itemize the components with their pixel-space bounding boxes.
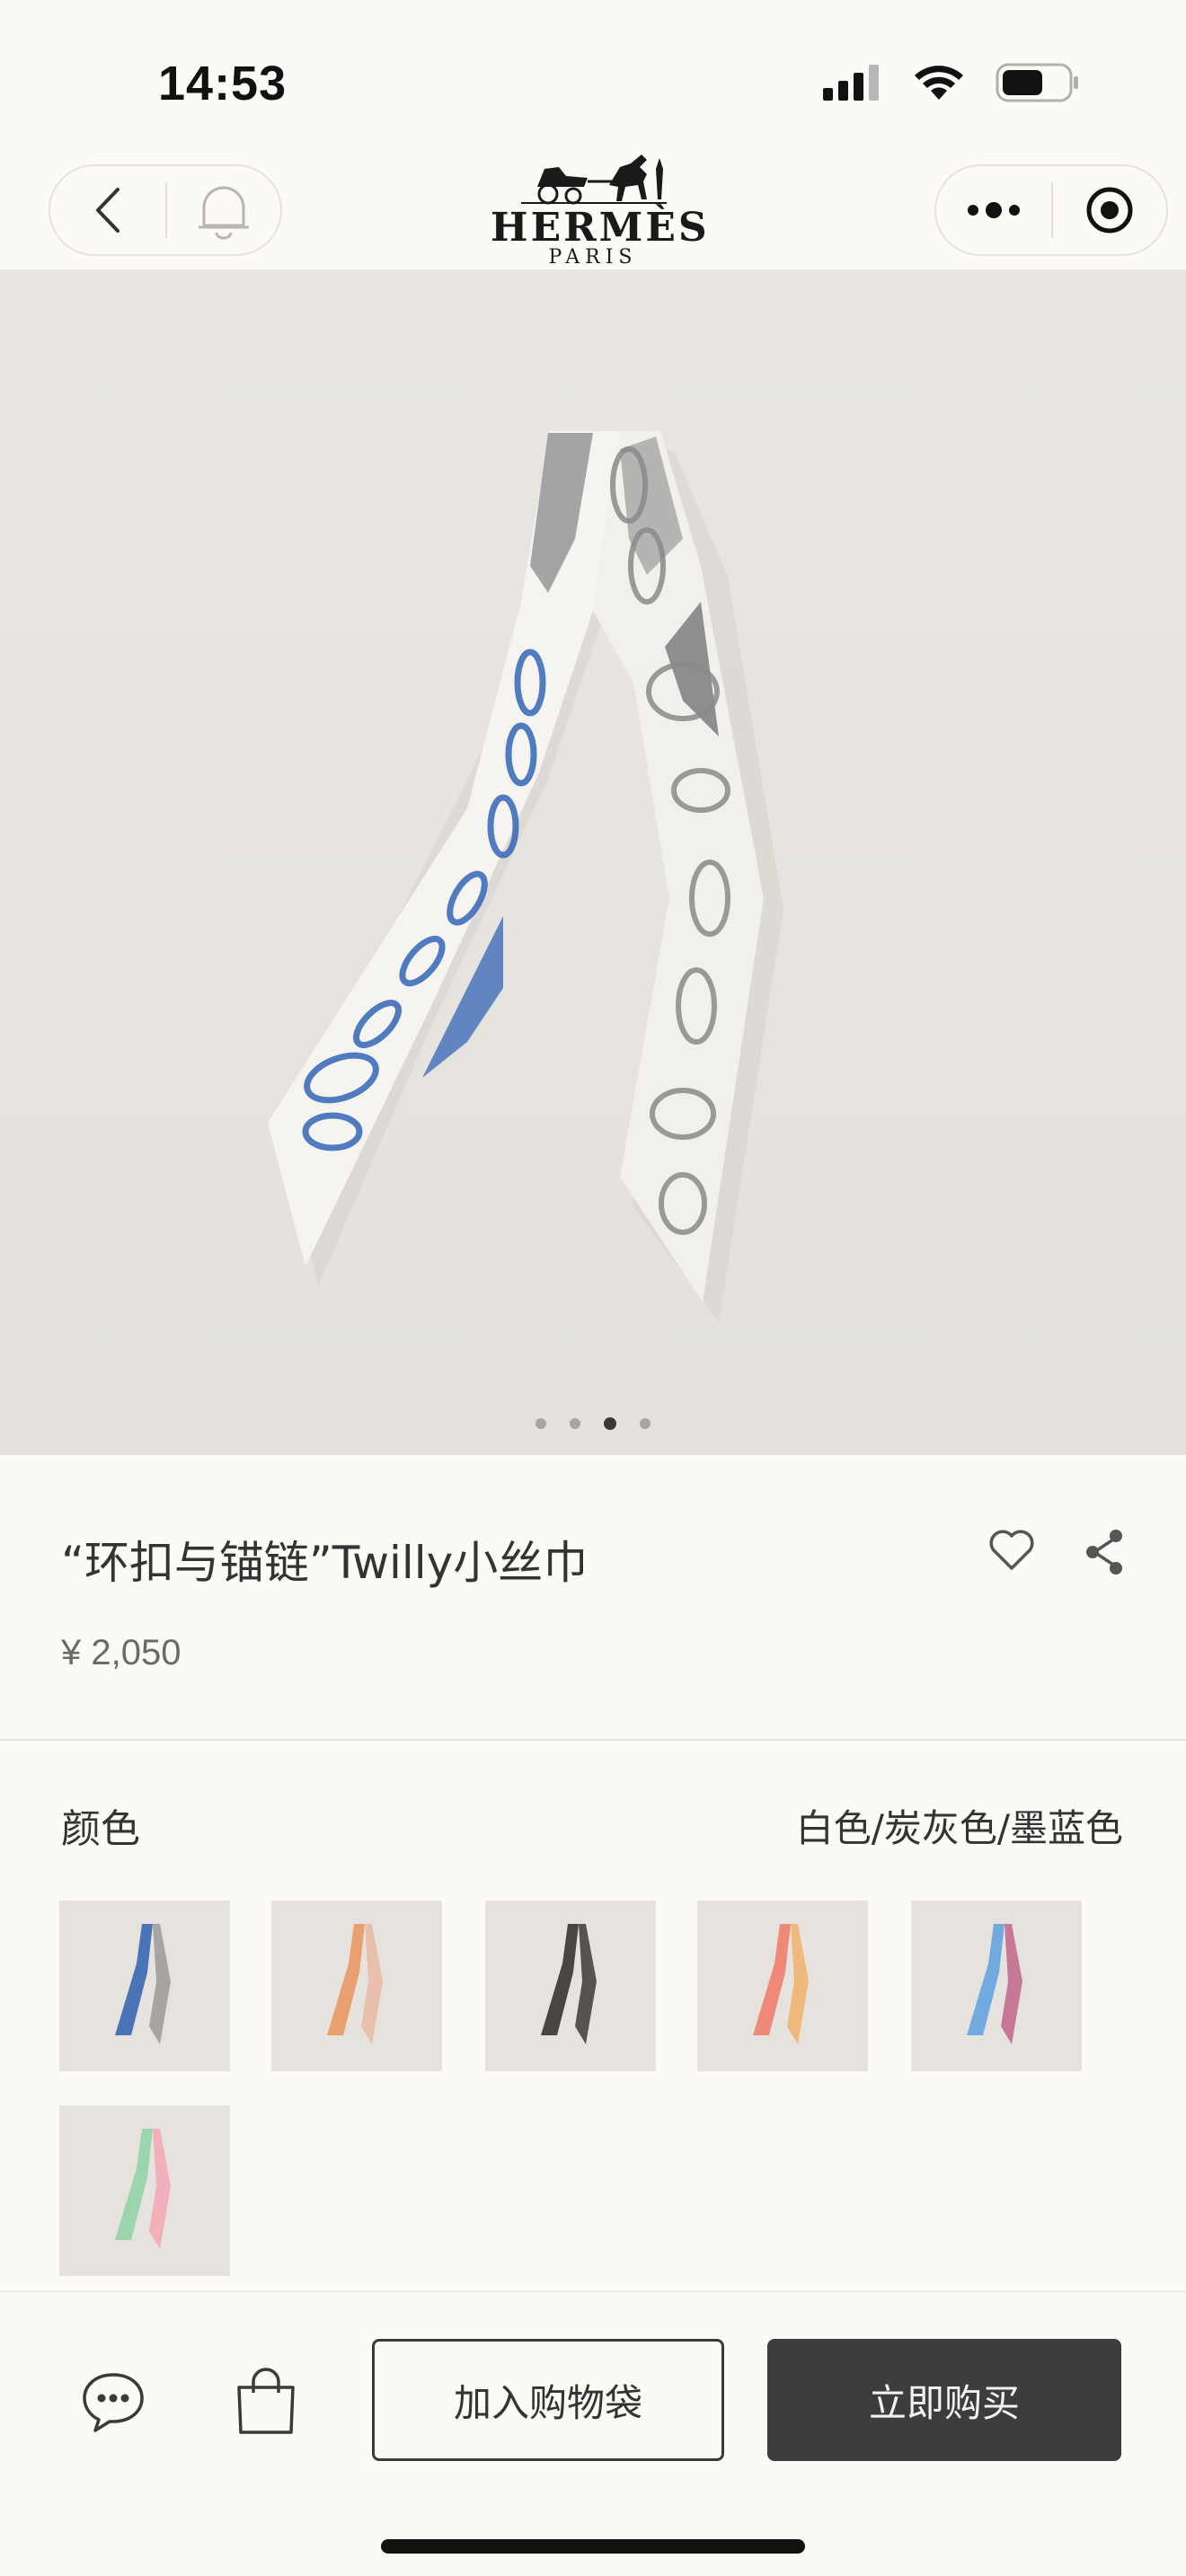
color-swatch-mint-pink[interactable] — [59, 2105, 230, 2276]
chat-icon — [83, 2373, 144, 2432]
swatch-thumbnail — [911, 1901, 1082, 2071]
nav-right-capsule — [934, 164, 1168, 256]
swatch-thumbnail — [697, 1901, 868, 2071]
product-image — [0, 269, 1186, 1455]
color-swatch-white-charcoal-navy[interactable] — [59, 1901, 230, 2071]
color-swatch-sky-blue[interactable] — [911, 1901, 1082, 2071]
product-price: ¥ 2,050 — [61, 1633, 181, 1672]
carousel-indicator — [535, 1417, 651, 1430]
heart-icon — [989, 1530, 1034, 1570]
swatch-thumbnail — [59, 2105, 230, 2276]
carousel-dot-3-active[interactable] — [604, 1417, 616, 1430]
cellular-signal-icon — [823, 65, 879, 101]
share-button[interactable] — [1082, 1527, 1128, 1577]
battery-icon — [996, 63, 1078, 102]
customer-service-button[interactable] — [79, 2368, 147, 2436]
home-indicator[interactable] — [381, 2539, 805, 2554]
product-title: “环扣与锚链”Twilly小丝巾 — [61, 1537, 589, 1589]
color-swatch-coral-yellow[interactable] — [697, 1901, 868, 2071]
favorite-button[interactable] — [987, 1527, 1037, 1577]
back-button[interactable] — [50, 166, 165, 254]
close-circle-icon — [1086, 187, 1133, 234]
section-divider — [0, 1739, 1186, 1741]
back-arrow-icon — [96, 188, 119, 233]
carriage-logo-icon — [521, 154, 667, 205]
close-miniprogram-button[interactable] — [1053, 166, 1166, 254]
brand-name: HERMÈS — [491, 205, 710, 251]
add-to-bag-button[interactable]: 加入购物袋 — [372, 2339, 724, 2461]
shopping-bag-button[interactable] — [232, 2366, 300, 2438]
color-label: 颜色 — [61, 1806, 140, 1852]
status-icons — [823, 63, 1080, 102]
wifi-icon — [915, 66, 963, 100]
bell-icon — [199, 186, 249, 240]
carousel-dot-2[interactable] — [570, 1418, 580, 1429]
brand-logo: HERMÈS PARIS — [491, 151, 710, 269]
buy-now-button[interactable]: 立即购买 — [767, 2339, 1121, 2461]
color-swatch-black[interactable] — [485, 1901, 656, 2071]
swatch-thumbnail — [485, 1901, 656, 2071]
selected-color-value: 白色/炭灰色/墨蓝色 — [795, 1806, 1123, 1850]
color-swatch-peach-orange[interactable] — [271, 1901, 442, 2071]
product-image-carousel[interactable] — [0, 269, 1186, 1455]
notification-button[interactable] — [167, 166, 280, 254]
swatch-thumbnail — [271, 1901, 442, 2071]
more-button[interactable] — [936, 166, 1051, 254]
share-icon — [1086, 1530, 1122, 1575]
carousel-dot-4[interactable] — [640, 1418, 651, 1429]
nav-left-capsule — [49, 164, 282, 256]
status-time: 14:53 — [158, 57, 288, 110]
brand-sub: PARIS — [548, 246, 638, 269]
more-dots-icon — [968, 202, 1020, 218]
status-bar: 14:53 — [0, 0, 1186, 144]
swatch-thumbnail — [59, 1901, 230, 2071]
shopping-bag-icon — [237, 2368, 295, 2434]
carousel-dot-1[interactable] — [535, 1418, 546, 1429]
